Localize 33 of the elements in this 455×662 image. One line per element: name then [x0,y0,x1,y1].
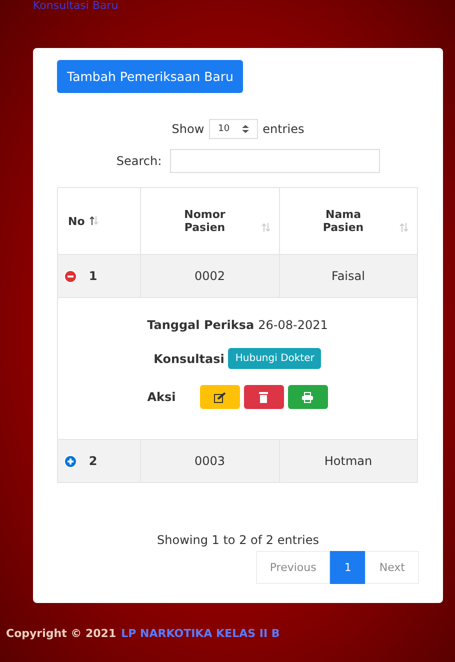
table-cell: Faisal [279,254,418,298]
spinner-icon [242,125,249,133]
detail-value: 26-08-2021 [258,318,328,332]
detail-label: Aksi [147,390,176,404]
entries-select[interactable]: 10 [209,119,258,139]
detail-label: Tanggal Periksa [147,318,254,332]
table-cell: 0003 [140,440,279,482]
show-label: Show [172,122,204,136]
entries-info: Showing 1 to 2 of 2 entries [156,533,320,547]
search-label: Search: [116,154,162,168]
edit-icon [214,392,226,402]
collapse-icon[interactable] [64,270,77,284]
table-cell: 0002 [140,254,279,298]
entries-label: entries [262,122,304,136]
table-cell: 2 [58,440,140,482]
delete-button[interactable] [244,385,284,409]
table-cell: Hotman [279,440,418,482]
page-button[interactable]: Previous [256,551,330,584]
expand-icon[interactable] [64,455,77,468]
page-button[interactable]: Next [365,551,419,584]
copyright-text: Copyright © 2021 [6,627,116,640]
print-button[interactable] [288,385,328,409]
trash-icon [259,392,268,402]
print-icon [302,392,314,402]
search-field[interactable] [170,149,380,173]
contact-doctor-button[interactable]: Hubungi Dokter [228,348,322,369]
page-button[interactable]: 1 [330,551,366,584]
column-header[interactable]: No [58,188,140,254]
table-cell: 1 [58,254,140,298]
add-button[interactable]: Tambah Pemeriksaan Baru [57,60,244,93]
footer-link[interactable]: LP NARKOTIKA KELAS II B [121,627,280,640]
detail-label: Konsultasi [154,352,224,366]
edit-button[interactable] [200,385,240,409]
